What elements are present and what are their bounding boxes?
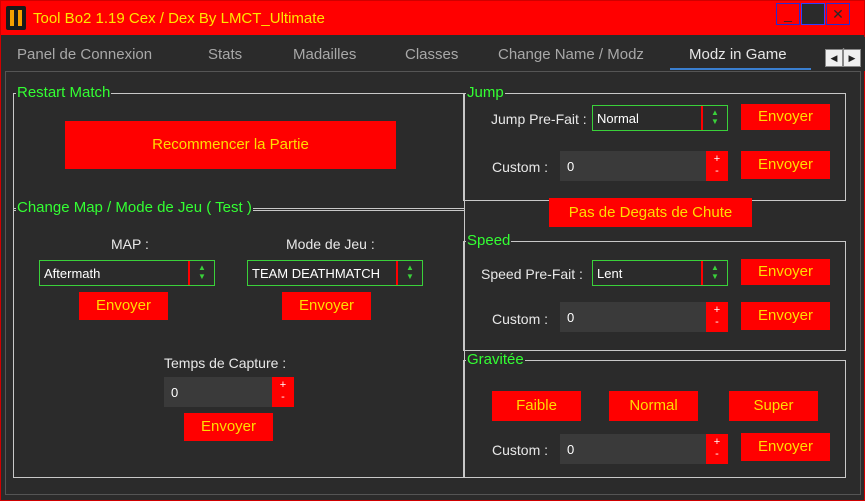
map-label: MAP : [111,236,149,252]
plus-icon: + [713,436,721,448]
gravity-normal-button[interactable]: Normal [609,391,698,421]
speed-group: Speed Speed Pre-Fait : Lent ▲ ▼ Envoyer C… [463,232,846,351]
gravity-custom-label: Custom : [492,442,549,458]
tab-panel-connexion[interactable]: Panel de Connexion [17,46,152,63]
app-logo-icon [6,6,26,30]
speed-preset-send-button[interactable]: Envoyer [741,259,830,285]
jump-preset-value: Normal [597,111,639,126]
jump-preset-label: Jump Pre-Fait : [491,111,587,127]
minimize-button[interactable]: _ [776,3,800,25]
capture-send-button[interactable]: Envoyer [184,413,273,441]
minus-icon: - [715,165,719,177]
select-divider [701,106,703,130]
stepper-buttons[interactable]: + - [706,302,728,332]
change-map-legend: Change Map / Mode de Jeu ( Test ) [16,199,253,216]
game-mode-send-button[interactable]: Envoyer [282,292,371,320]
restart-match-group: Restart Match Recommencer la Partie [13,84,465,211]
modz-in-game-panel: Restart Match Recommencer la Partie Chan… [5,71,861,495]
speed-preset-select[interactable]: Lent ▲ ▼ [592,260,728,286]
gravity-group: Gravitée Faible Normal Super Custom : 0 … [463,351,846,478]
tab-madailles[interactable]: Madailles [293,46,356,63]
spinner-arrows-icon[interactable]: ▲ ▼ [404,263,416,281]
gravity-custom-value: 0 [567,442,575,457]
game-mode-select[interactable]: TEAM DEATHMATCH ▲ ▼ [247,260,423,286]
spinner-arrows-icon[interactable]: ▲ ▼ [196,263,208,281]
jump-custom-send-button[interactable]: Envoyer [741,151,830,179]
stepper-buttons[interactable]: + - [706,151,728,181]
select-divider [701,261,703,285]
speed-custom-send-button[interactable]: Envoyer [741,302,830,330]
map-select[interactable]: Aftermath ▲ ▼ [39,260,215,286]
jump-legend: Jump [466,84,505,101]
app-window: Tool Bo2 1.19 Cex / Dex By LMCT_Ultimate… [0,0,865,501]
game-mode-select-value: TEAM DEATHMATCH [252,266,381,281]
plus-icon: + [713,153,721,165]
minus-icon: - [715,316,719,328]
no-fall-damage-button[interactable]: Pas de Degats de Chute [549,198,752,227]
jump-custom-label: Custom : [492,159,549,175]
minus-icon: - [281,391,285,403]
gravity-custom-send-button[interactable]: Envoyer [741,433,830,461]
capture-time-stepper[interactable]: 0 + - [164,377,294,407]
tab-bar: Panel de Connexion Stats Madailles Class… [1,37,865,71]
gravity-weak-button[interactable]: Faible [492,391,581,421]
spinner-arrows-icon[interactable]: ▲ ▼ [709,263,721,281]
restart-match-button[interactable]: Recommencer la Partie [65,121,396,169]
jump-group: Jump Jump Pre-Fait : Normal ▲ ▼ Envoyer C… [463,84,846,201]
maximize-button[interactable] [801,3,825,25]
speed-custom-stepper[interactable]: 0 + - [560,302,728,332]
spinner-arrows-icon[interactable]: ▲ ▼ [709,108,721,126]
select-divider [396,261,398,285]
speed-custom-label: Custom : [492,311,549,327]
game-mode-label: Mode de Jeu : [286,236,375,252]
tab-scroll-left-button[interactable]: ◀ [825,49,843,67]
tab-change-name-modz[interactable]: Change Name / Modz [498,46,644,63]
jump-custom-stepper[interactable]: 0 + - [560,151,728,181]
change-map-group: Change Map / Mode de Jeu ( Test ) MAP : … [13,199,465,478]
gravity-super-button[interactable]: Super [729,391,818,421]
plus-icon: + [713,304,721,316]
tab-modz-in-game[interactable]: Modz in Game [689,46,787,63]
speed-custom-value: 0 [567,310,575,325]
stepper-buttons[interactable]: + - [272,377,294,407]
jump-preset-select[interactable]: Normal ▲ ▼ [592,105,728,131]
stepper-buttons[interactable]: + - [706,434,728,464]
tab-classes[interactable]: Classes [405,46,458,63]
speed-legend: Speed [466,232,512,249]
tab-scroll-right-button[interactable]: ▶ [843,49,861,67]
map-send-button[interactable]: Envoyer [79,292,168,320]
tab-stats[interactable]: Stats [208,46,242,63]
minus-icon: - [715,448,719,460]
restart-match-legend: Restart Match [16,84,112,101]
title-bar[interactable]: Tool Bo2 1.19 Cex / Dex By LMCT_Ultimate… [1,1,864,35]
speed-preset-value: Lent [597,266,623,281]
gravity-legend: Gravitée [466,351,525,368]
gravity-custom-stepper[interactable]: 0 + - [560,434,728,464]
active-tab-indicator [670,68,811,70]
select-divider [188,261,190,285]
map-select-value: Aftermath [44,266,101,281]
capture-time-value: 0 [171,385,179,400]
capture-time-label: Temps de Capture : [164,355,287,371]
speed-preset-label: Speed Pre-Fait : [481,266,583,282]
jump-preset-send-button[interactable]: Envoyer [741,104,830,130]
close-button[interactable]: ✕ [826,3,850,25]
window-title: Tool Bo2 1.19 Cex / Dex By LMCT_Ultimate [33,10,325,27]
plus-icon: + [279,379,287,391]
jump-custom-value: 0 [567,159,575,174]
